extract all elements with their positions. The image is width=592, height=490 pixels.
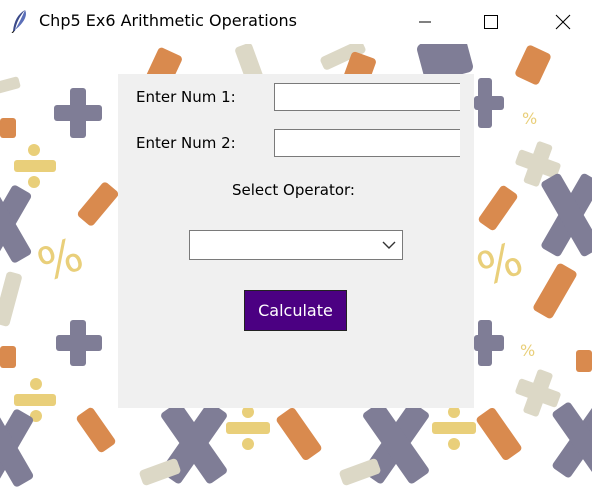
form-panel: Enter Num 1: Enter Num 2: Select Operato…: [118, 74, 474, 408]
chevron-down-icon: [382, 241, 396, 249]
feather-icon: [10, 9, 30, 34]
maximize-icon: [484, 15, 498, 29]
num1-input[interactable]: [274, 83, 460, 111]
window-title: Chp5 Ex6 Arithmetic Operations: [39, 11, 297, 30]
svg-text:%: %: [470, 231, 530, 297]
svg-text:%: %: [31, 227, 91, 293]
num2-label: Enter Num 2:: [136, 134, 236, 152]
title-bar: Chp5 Ex6 Arithmetic Operations: [0, 0, 592, 44]
calculate-button[interactable]: Calculate: [244, 290, 347, 331]
num1-label: Enter Num 1:: [136, 88, 236, 106]
svg-text:%: %: [522, 109, 537, 128]
operator-label: Select Operator:: [232, 181, 355, 199]
operator-select[interactable]: [189, 230, 403, 260]
close-button[interactable]: [540, 0, 586, 44]
minimize-button[interactable]: [402, 0, 448, 44]
svg-text:%: %: [520, 341, 535, 360]
minimize-icon: [419, 21, 431, 23]
maximize-button[interactable]: [468, 0, 514, 44]
num2-input[interactable]: [274, 129, 460, 157]
close-icon: [555, 14, 571, 30]
